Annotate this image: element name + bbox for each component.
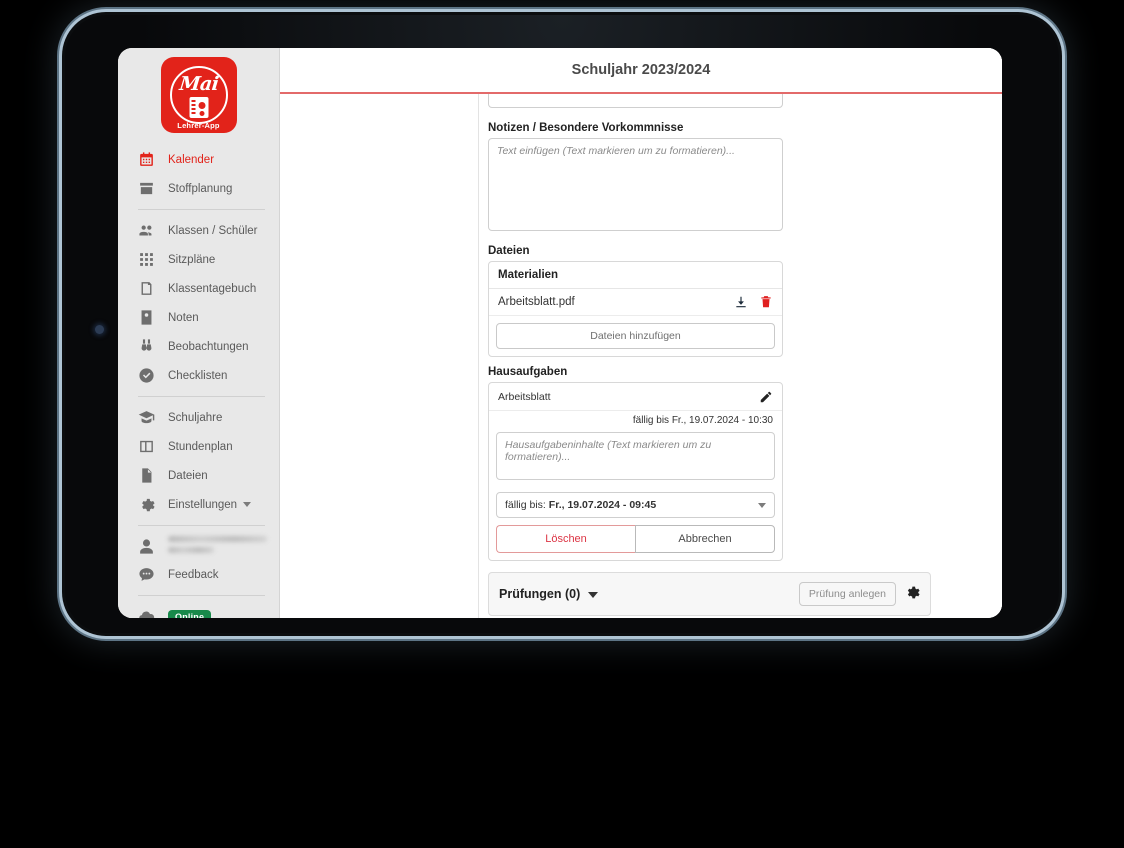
columns-icon [138, 438, 155, 455]
file-icon [138, 467, 155, 484]
binoculars-icon [138, 338, 155, 355]
status-badge: Online [168, 609, 212, 618]
sidebar-item-label: Klassentagebuch [168, 282, 257, 295]
sidebar-item-label: Einstellungen [168, 498, 238, 511]
homework-label: Hausaufgaben [488, 366, 568, 378]
download-icon[interactable] [734, 295, 748, 309]
chat-bubble-icon [138, 566, 155, 583]
create-exam-button[interactable]: Prüfung anlegen [798, 582, 896, 606]
homework-title-row: Arbeitsblatt [489, 383, 782, 411]
book-icon [138, 280, 155, 297]
sidebar-divider [138, 396, 265, 397]
logo-circle: Mai [169, 66, 228, 124]
chevron-down-icon [758, 502, 766, 508]
user-icon [140, 539, 153, 554]
notes-label: Notizen / Besondere Vorkommnisse [488, 122, 684, 134]
sidebar-item-schuljahre[interactable]: Schuljahre [118, 403, 279, 432]
materials-card-title: Materialien [489, 262, 782, 289]
sidebar-connection-status: Online [118, 602, 279, 618]
list-column [280, 94, 479, 618]
sidebar-item-beobachtungen[interactable]: Beobachtungen [118, 332, 279, 361]
gear-icon[interactable] [904, 584, 920, 605]
main-area: Schuljahr 2023/2024 Notizen / Besondere … [280, 48, 1002, 618]
homework-due-text: fällig bis Fr., 19.07.2024 - 10:30 [632, 415, 773, 426]
logo-script-text: Mai [177, 73, 220, 95]
homework-actions: Löschen Abbrechen [496, 525, 775, 553]
notes-textarea[interactable] [488, 138, 783, 231]
sidebar-divider [138, 525, 265, 526]
sidebar-item-label: Noten [168, 311, 199, 324]
sidebar-item-label: Stoffplanung [168, 182, 233, 195]
homework-card: Arbeitsblatt fällig bis Fr., 19.07.2024 … [488, 382, 783, 561]
homework-content-textarea[interactable] [496, 432, 775, 480]
sidebar-item-einstellungen[interactable]: Einstellungen [118, 490, 279, 519]
page-title: Schuljahr 2023/2024 [571, 62, 711, 78]
section-title: Prüfungen (0) [499, 587, 581, 601]
sidebar-item-label: Beobachtungen [168, 340, 249, 353]
front-camera [95, 325, 104, 334]
sidebar-item-label: Dateien [168, 469, 208, 482]
graduation-cap-icon [138, 409, 155, 426]
materials-card: Materialien Arbeitsblatt.pdf Dateien hin… [488, 261, 783, 357]
pencil-icon[interactable] [759, 390, 773, 404]
sidebar-item-label: Klassen / Schüler [168, 224, 258, 237]
delete-button[interactable]: Löschen [496, 525, 635, 553]
section-pruefungen[interactable]: Prüfungen (0) Prüfung anlegen [488, 572, 931, 616]
sidebar-item-klassentagebuch[interactable]: Klassentagebuch [118, 274, 279, 303]
sidebar-item-klassen-schueler[interactable]: Klassen / Schüler [118, 216, 279, 245]
add-files-button[interactable]: Dateien hinzufügen [496, 323, 775, 349]
people-group-icon [138, 222, 155, 239]
archive-box-icon [138, 180, 155, 197]
homework-due-select-label: fällig bis: [505, 499, 546, 511]
chevron-down-icon [243, 502, 252, 507]
trash-icon[interactable] [759, 295, 773, 309]
homework-due-select[interactable]: fällig bis: Fr., 19.07.2024 - 09:45 [496, 492, 775, 518]
sidebar-divider [138, 595, 265, 596]
calendar-icon [138, 151, 155, 168]
top-bar: Schuljahr 2023/2024 [280, 48, 1002, 94]
sidebar-divider [138, 209, 265, 210]
sidebar-item-checklisten[interactable]: Checklisten [118, 361, 279, 390]
sidebar-item-label: Schuljahre [168, 411, 223, 424]
grid-dots-icon [138, 251, 155, 268]
files-label: Dateien [488, 245, 530, 257]
sidebar-item-stoffplanung[interactable]: Stoffplanung [118, 174, 279, 203]
sidebar-item-sitzplaene[interactable]: Sitzpläne [118, 245, 279, 274]
sidebar-item-label: Kalender [168, 153, 215, 166]
detail-panel: Notizen / Besondere Vorkommnisse Dateien… [488, 94, 931, 618]
detail-column: Notizen / Besondere Vorkommnisse Dateien… [480, 94, 1002, 618]
user-email-redacted [168, 536, 267, 542]
user-name-redacted [168, 547, 214, 553]
sidebar-item-noten[interactable]: Noten [118, 303, 279, 332]
logo-tagline: Lehrer-App [177, 121, 220, 130]
sidebar-item-label: Stundenplan [168, 440, 233, 453]
homework-title: Arbeitsblatt [498, 391, 551, 403]
contact-card-icon [138, 309, 155, 326]
sidebar-item-label: Feedback [168, 568, 219, 581]
homework-due-select-value: Fr., 19.07.2024 - 09:45 [548, 499, 657, 511]
file-name: Arbeitsblatt.pdf [498, 296, 575, 308]
cancel-button[interactable]: Abbrechen [635, 525, 775, 553]
logo-book-icon [189, 97, 208, 118]
sidebar-item-stundenplan[interactable]: Stundenplan [118, 432, 279, 461]
tablet-screen: Mai Lehrer-App Kalender Stoffplanung Kla… [118, 48, 1002, 618]
sidebar-item-label: Sitzpläne [168, 253, 216, 266]
sidebar: Mai Lehrer-App Kalender Stoffplanung Kla… [118, 48, 280, 618]
sidebar-item-dateien[interactable]: Dateien [118, 461, 279, 490]
sidebar-item-feedback[interactable]: Feedback [118, 560, 279, 589]
sidebar-item-kalender[interactable]: Kalender [118, 145, 279, 174]
tablet-device: Mai Lehrer-App Kalender Stoffplanung Kla… [62, 12, 1062, 636]
check-circle-icon [138, 367, 155, 384]
file-row: Arbeitsblatt.pdf [489, 289, 782, 316]
gear-icon [138, 496, 155, 513]
sidebar-user-account[interactable] [118, 532, 279, 560]
content-area: Notizen / Besondere Vorkommnisse Dateien… [280, 94, 1002, 618]
description-textarea[interactable] [488, 94, 783, 108]
chevron-down-icon[interactable] [588, 592, 599, 598]
cloud-icon [138, 608, 155, 618]
sidebar-item-label: Checklisten [168, 369, 228, 382]
app-logo: Mai Lehrer-App [160, 57, 237, 133]
